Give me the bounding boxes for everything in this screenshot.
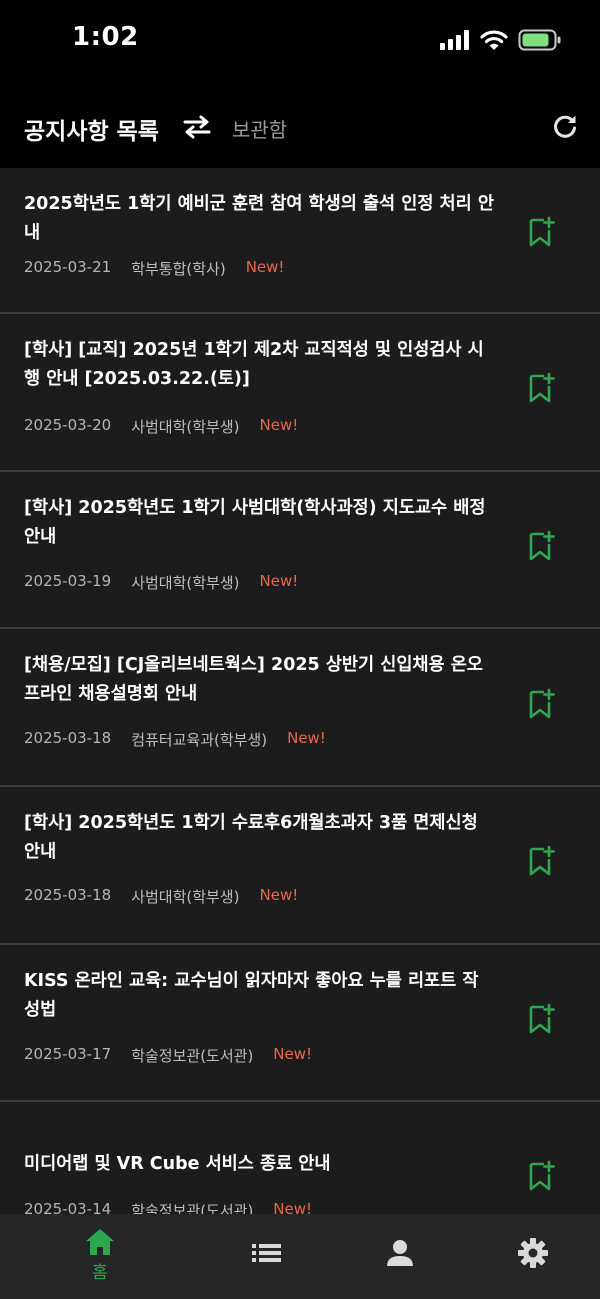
bookmark-add-icon	[529, 1160, 555, 1191]
notice-meta: 2025-03-18 컴퓨터교육과(학부생) New!	[24, 729, 326, 750]
tab-profile[interactable]	[350, 1214, 450, 1299]
new-badge: New!	[245, 258, 285, 276]
notice-department: 사범대학(학부생)	[131, 574, 240, 592]
notice-meta: 2025-03-14 학술정보관(도서관) New!	[24, 1200, 312, 1214]
cellular-signal-icon	[440, 30, 469, 50]
notice-meta: 2025-03-20 사범대학(학부생) New!	[24, 416, 298, 437]
notice-item[interactable]: [학사] [교직] 2025년 1학기 제2차 교직적성 및 인성검사 시행 안…	[0, 314, 600, 470]
notice-item[interactable]: [채용/모집] [CJ올리브네트웍스] 2025 상반기 신입채용 온오프라인 …	[0, 629, 600, 785]
refresh-icon[interactable]	[552, 113, 578, 139]
status-bar: 1:02	[0, 0, 600, 80]
notice-title: 2025학년도 1학기 예비군 훈련 참여 학생의 출석 인정 처리 안내	[24, 194, 494, 243]
person-icon	[387, 1240, 413, 1266]
bookmark-add-icon	[529, 688, 555, 719]
list-icon	[252, 1244, 281, 1262]
notice-list[interactable]: 2025학년도 1학기 예비군 훈련 참여 학생의 출석 인정 처리 안내 20…	[0, 168, 600, 1214]
notice-date: 2025-03-20	[24, 416, 112, 434]
tab-home[interactable]: 홈	[50, 1214, 150, 1299]
tab-settings[interactable]	[483, 1214, 583, 1299]
notice-title: [학사] [교직] 2025년 1학기 제2차 교직적성 및 인성검사 시행 안…	[24, 340, 484, 389]
bookmark-add-icon	[529, 1003, 555, 1034]
notice-department: 컴퓨터교육과(학부생)	[131, 731, 268, 749]
bookmark-add-icon	[529, 530, 555, 561]
tab-home-label: 홈	[92, 1263, 108, 1283]
notice-department: 학부통합(학사)	[131, 260, 226, 278]
notice-title: 미디어랩 및 VR Cube 서비스 종료 안내	[24, 1154, 331, 1174]
bookmark-add-button[interactable]	[526, 215, 558, 249]
status-icons	[440, 28, 562, 52]
notice-title: [학사] 2025학년도 1학기 사범대학(학사과정) 지도교수 배정 안내	[24, 498, 486, 547]
notice-date: 2025-03-17	[24, 1045, 112, 1063]
new-badge: New!	[273, 1045, 313, 1063]
notice-date: 2025-03-21	[24, 258, 112, 276]
bookmark-add-icon	[529, 372, 555, 403]
notice-title: KISS 온라인 교육: 교수님이 읽자마자 좋아요 누를 리포트 작성법	[24, 971, 479, 1020]
tab-list[interactable]	[217, 1214, 317, 1299]
new-badge: New!	[259, 886, 299, 904]
bookmark-add-button[interactable]	[526, 371, 558, 405]
notice-item[interactable]: [학사] 2025학년도 1학기 사범대학(학사과정) 지도교수 배정 안내 2…	[0, 472, 600, 628]
status-time: 1:02	[72, 22, 139, 52]
bookmark-add-button[interactable]	[526, 529, 558, 563]
new-badge: New!	[287, 729, 326, 747]
bookmark-add-button[interactable]	[526, 687, 558, 721]
notice-meta: 2025-03-18 사범대학(학부생) New!	[24, 886, 298, 907]
notice-department: 학술정보관(도서관)	[131, 1047, 254, 1065]
notice-title: [학사] 2025학년도 1학기 수료후6개월초과자 3품 면제신청 안내	[24, 813, 478, 862]
bookmark-add-icon	[529, 216, 555, 247]
new-badge: New!	[259, 572, 299, 590]
bookmark-add-button[interactable]	[526, 1002, 558, 1036]
notice-meta: 2025-03-17 학술정보관(도서관) New!	[24, 1045, 312, 1066]
notice-item[interactable]: 2025학년도 1학기 예비군 훈련 참여 학생의 출석 인정 처리 안내 20…	[0, 168, 600, 324]
gear-icon	[518, 1238, 548, 1268]
bookmark-add-button[interactable]	[526, 844, 558, 878]
notice-department: 사범대학(학부생)	[131, 888, 240, 906]
app-header: 공지사항 목록 보관함	[0, 80, 600, 168]
battery-icon	[518, 29, 561, 51]
notice-department: 학술정보관(도서관)	[131, 1202, 254, 1214]
swap-icon[interactable]	[182, 114, 212, 140]
notice-item[interactable]: KISS 온라인 교육: 교수님이 읽자마자 좋아요 누를 리포트 작성법 20…	[0, 945, 600, 1101]
page-title: 공지사항 목록	[24, 119, 159, 145]
notice-date: 2025-03-14	[24, 1200, 112, 1214]
wifi-icon	[480, 30, 508, 50]
notice-title: [채용/모집] [CJ올리브네트웍스] 2025 상반기 신입채용 온오프라인 …	[24, 655, 483, 704]
notice-meta: 2025-03-19 사범대학(학부생) New!	[24, 572, 298, 593]
notice-item[interactable]: [학사] 2025학년도 1학기 수료후6개월초과자 3품 면제신청 안내 20…	[0, 787, 600, 943]
notice-date: 2025-03-18	[24, 886, 112, 904]
new-badge: New!	[259, 416, 299, 434]
notice-date: 2025-03-18	[24, 729, 112, 747]
archive-tab[interactable]: 보관함	[232, 114, 287, 143]
bookmark-add-icon	[529, 845, 555, 876]
notice-item[interactable]: 미디어랩 및 VR Cube 서비스 종료 안내 2025-03-14 학술정보…	[0, 1102, 600, 1214]
bottom-tab-bar: 홈	[0, 1214, 600, 1299]
notice-date: 2025-03-19	[24, 572, 112, 590]
notice-department: 사범대학(학부생)	[131, 418, 240, 436]
notice-meta: 2025-03-21 학부통합(학사) New!	[24, 258, 284, 279]
home-icon	[86, 1229, 114, 1255]
new-badge: New!	[273, 1200, 313, 1214]
bookmark-add-button[interactable]	[526, 1159, 558, 1193]
